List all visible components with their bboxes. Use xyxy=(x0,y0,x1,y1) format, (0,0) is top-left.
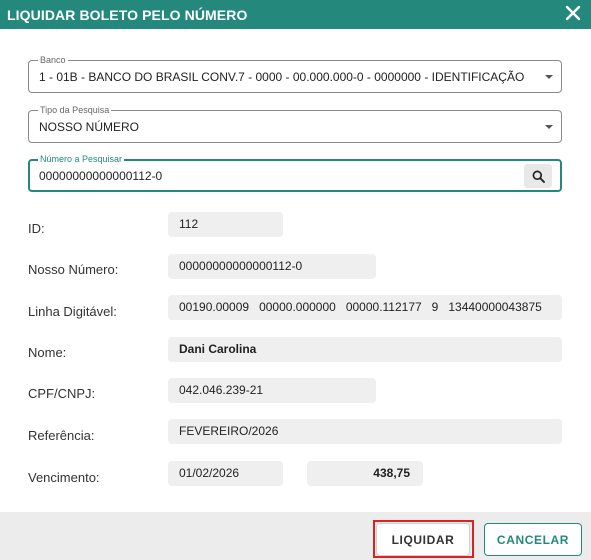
search-icon xyxy=(532,170,545,183)
referencia-label: Referência: xyxy=(28,428,95,443)
banco-value: 1 - 01B - BANCO DO BRASIL CONV.7 - 0000 … xyxy=(39,70,525,84)
id-value: 112 xyxy=(168,212,283,237)
banco-label: Banco xyxy=(38,54,68,66)
dialog-titlebar: LIQUIDAR BOLETO PELO NÚMERO xyxy=(0,0,591,29)
banco-select[interactable]: Banco 1 - 01B - BANCO DO BRASIL CONV.7 -… xyxy=(28,54,562,93)
numero-pesquisar-field[interactable]: Número a Pesquisar 00000000000000112-0 xyxy=(28,153,562,192)
referencia-value: FEVEREIRO/2026 xyxy=(168,419,562,444)
tipo-pesquisa-label: Tipo da Pesquisa xyxy=(38,104,112,116)
nosso-numero-value: 00000000000000112-0 xyxy=(168,254,376,279)
nome-label: Nome: xyxy=(28,345,67,360)
dialog-title: LIQUIDAR BOLETO PELO NÚMERO xyxy=(7,6,248,23)
tipo-pesquisa-select[interactable]: Tipo da Pesquisa NOSSO NÚMERO xyxy=(28,104,562,143)
vencimento-amount: 438,75 xyxy=(307,461,423,486)
search-button[interactable] xyxy=(524,164,552,188)
linha-digitavel-label: Linha Digitável: xyxy=(28,304,117,319)
numero-pesquisar-label: Número a Pesquisar xyxy=(38,153,125,165)
cpf-cnpj-value: 042.046.239-21 xyxy=(168,378,376,403)
chevron-down-icon[interactable] xyxy=(545,75,553,79)
tipo-pesquisa-value: NOSSO NÚMERO xyxy=(39,120,140,134)
cpf-cnpj-label: CPF/CNPJ: xyxy=(28,386,96,401)
id-label: ID: xyxy=(28,221,45,236)
vencimento-date: 01/02/2026 xyxy=(168,461,283,486)
nome-value: Dani Carolina xyxy=(168,337,562,362)
chevron-down-icon[interactable] xyxy=(545,125,553,129)
vencimento-label: Vencimento: xyxy=(28,470,100,485)
linha-digitavel-value: 00190.00009 00000.000000 00000.112177 9 … xyxy=(168,295,562,320)
cancelar-button[interactable]: CANCELAR xyxy=(484,523,582,556)
close-icon[interactable] xyxy=(564,4,582,22)
liquidar-button[interactable]: LIQUIDAR xyxy=(376,523,470,556)
numero-pesquisar-input[interactable]: 00000000000000112-0 xyxy=(39,169,162,183)
nosso-numero-label: Nosso Número: xyxy=(28,262,119,277)
